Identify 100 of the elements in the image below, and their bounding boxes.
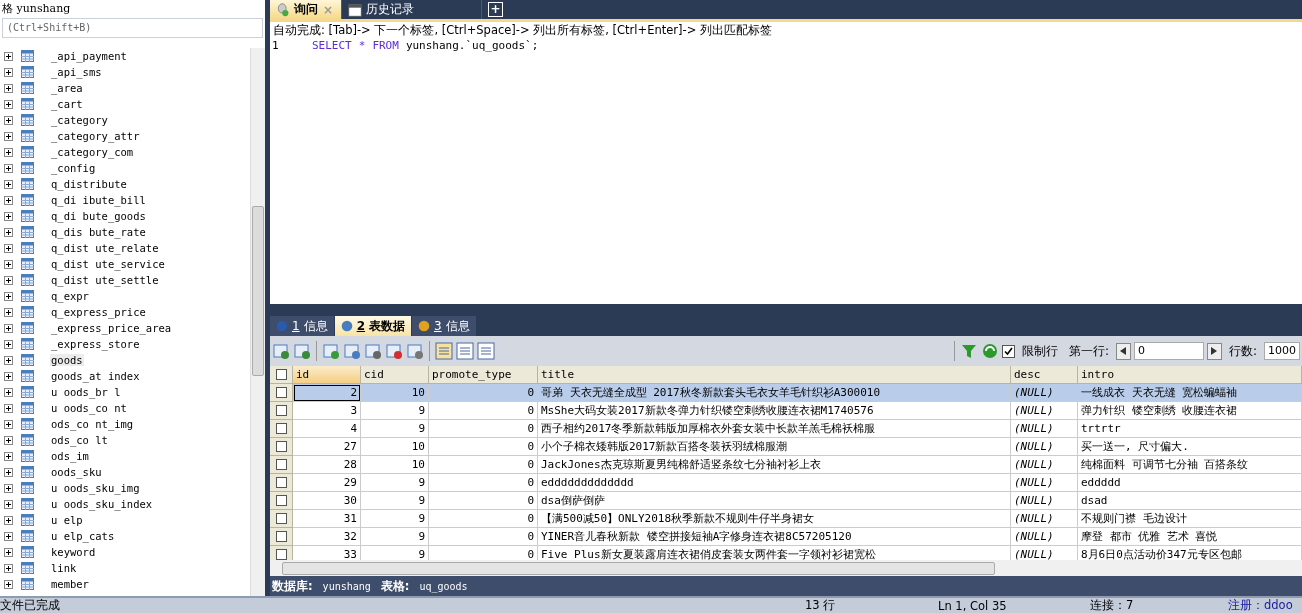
toolbar-icon[interactable] <box>343 342 361 360</box>
table-item[interactable]: q_dis bute_rate <box>50 226 147 238</box>
column-header[interactable]: id <box>293 366 361 384</box>
expand-icon[interactable] <box>4 451 13 461</box>
table-item[interactable]: q_dist ute_relate <box>50 242 160 254</box>
expand-icon[interactable] <box>4 275 13 285</box>
expand-icon[interactable] <box>4 259 13 269</box>
refresh-icon[interactable] <box>980 342 999 360</box>
table-item[interactable]: ods_co lt <box>50 434 109 446</box>
expand-icon[interactable] <box>4 51 13 61</box>
table-item[interactable]: ods_im <box>50 450 90 462</box>
expand-icon[interactable] <box>4 483 13 493</box>
expand-icon[interactable] <box>4 115 13 125</box>
table-item[interactable]: _category_attr <box>50 130 141 142</box>
row-checkbox[interactable] <box>275 441 287 452</box>
table-item[interactable]: u oods_sku_index <box>50 498 154 510</box>
expand-icon[interactable] <box>4 499 13 509</box>
view-icon[interactable] <box>456 342 474 360</box>
table-row[interactable]: 31 9 0 【满500减50】ONLY2018秋季新款不规则牛仔半身裙女 (NULL) 不规则门襟 毛边设计 <box>270 510 1302 528</box>
row-checkbox[interactable] <box>275 405 287 416</box>
expand-icon[interactable] <box>4 147 13 157</box>
toolbar-icon[interactable] <box>293 342 311 360</box>
row-checkbox[interactable] <box>275 477 287 488</box>
expand-icon[interactable] <box>4 339 13 349</box>
table-item[interactable]: u oods_br l <box>50 386 122 398</box>
expand-icon[interactable] <box>4 435 13 445</box>
expand-icon[interactable] <box>4 355 13 365</box>
table-item[interactable]: member <box>50 578 90 590</box>
table-row[interactable]: 2 10 0 哥弟 天衣无缝全成型 2017秋冬新款套头毛衣女羊毛针织衫A300010 (NULL) 一线成衣 天衣无缝 宽松蝙蝠袖 <box>270 384 1302 402</box>
table-item[interactable]: oods_sku <box>50 466 103 478</box>
toolbar-icon[interactable] <box>322 342 340 360</box>
expand-icon[interactable] <box>4 195 13 205</box>
table-item[interactable]: q_expr <box>50 290 90 302</box>
rows-field[interactable]: 1000 <box>1264 342 1300 360</box>
editor-tab[interactable]: 询问 × <box>270 0 342 19</box>
expand-icon[interactable] <box>4 547 13 557</box>
table-row[interactable]: 32 9 0 YINER音儿春秋新款 镂空拼接短袖A字修身连衣裙8C57205120 (NULL) 摩登 都市 优雅 艺术 喜悦 <box>270 528 1302 546</box>
search-field[interactable]: (Ctrl+Shift+B) <box>2 18 263 38</box>
expand-icon[interactable] <box>4 403 13 413</box>
table-item[interactable]: u elp_cats <box>50 530 116 542</box>
expand-icon[interactable] <box>4 387 13 397</box>
previous-button[interactable] <box>1115 342 1131 360</box>
table-item[interactable]: ods_co nt_img <box>50 418 135 430</box>
toolbar-icon[interactable] <box>406 342 424 360</box>
table-item[interactable]: u oods_co nt <box>50 402 128 414</box>
table-item[interactable]: u elp <box>50 514 84 526</box>
table-item[interactable]: _config <box>50 162 97 174</box>
expand-icon[interactable] <box>4 515 13 525</box>
expand-icon[interactable] <box>4 371 13 381</box>
toolbar-icon[interactable] <box>272 342 290 360</box>
table-item[interactable]: _area <box>50 82 84 94</box>
table-row[interactable]: 33 9 0 Five Plus新女夏装露肩连衣裙俏皮套装女两件套一字领衬衫裙宽松 (NULL) 8月6日0点活动价347元专区包邮 <box>270 546 1302 560</box>
row-checkbox[interactable] <box>275 387 287 398</box>
limit-checkbox[interactable] <box>1001 344 1015 358</box>
expand-icon[interactable] <box>4 99 13 109</box>
expand-icon[interactable] <box>4 67 13 77</box>
expand-icon[interactable] <box>4 211 13 221</box>
expand-icon[interactable] <box>4 291 13 301</box>
table-item[interactable]: q_dist ute_service <box>50 258 166 270</box>
next-button[interactable] <box>1206 342 1222 360</box>
expand-icon[interactable] <box>4 243 13 253</box>
result-tab[interactable]: 2 表数据 <box>334 316 412 336</box>
expand-icon[interactable] <box>4 131 13 141</box>
table-row[interactable]: 3 9 0 MsShe大码女装2017新款冬弹力针织镂空刺绣收腰连衣裙M1740576 (NULL) 弹力针织 镂空刺绣 收腰连衣裙 <box>270 402 1302 420</box>
row-checkbox[interactable] <box>275 513 287 524</box>
expand-icon[interactable] <box>4 563 13 573</box>
select-all-checkbox[interactable] <box>275 369 287 380</box>
toolbar-icon[interactable] <box>364 342 382 360</box>
add-tab-button[interactable]: + <box>488 2 503 17</box>
table-item[interactable]: u oods_sku_img <box>50 482 141 494</box>
table-item[interactable]: _express_store <box>50 338 141 350</box>
table-row[interactable]: 4 9 0 西子相约2017冬季新款韩版加厚棉衣外套女装中长款羊羔毛棉袄棉服 (NULL) trtrtr <box>270 420 1302 438</box>
horizontal-scrollbar[interactable] <box>270 560 1302 576</box>
table-item[interactable]: goods <box>50 354 84 366</box>
row-checkbox[interactable] <box>275 531 287 542</box>
scrollbar[interactable] <box>250 48 265 596</box>
row-checkbox[interactable] <box>275 423 287 434</box>
table-item[interactable]: q_distribute <box>50 178 128 190</box>
table-item[interactable]: q_express_price <box>50 306 147 318</box>
result-tab[interactable]: 1 信息 <box>270 316 335 336</box>
table-item[interactable]: q_di ibute_bill <box>50 194 147 206</box>
expand-icon[interactable] <box>4 579 13 589</box>
table-item[interactable]: _api_sms <box>50 66 103 78</box>
row-checkbox[interactable] <box>275 459 287 470</box>
expand-icon[interactable] <box>4 163 13 173</box>
view-icon[interactable] <box>477 342 495 360</box>
expand-icon[interactable] <box>4 419 13 429</box>
table-item[interactable]: q_di bute_goods <box>50 210 147 222</box>
expand-icon[interactable] <box>4 531 13 541</box>
table-item[interactable]: _cart <box>50 98 84 110</box>
table-item[interactable]: q_dist ute_settle <box>50 274 160 286</box>
table-item[interactable]: _api_payment <box>50 50 128 62</box>
expand-icon[interactable] <box>4 307 13 317</box>
table-item[interactable]: _category <box>50 114 109 126</box>
table-item[interactable]: goods_at index <box>50 370 141 382</box>
first-row-field[interactable]: 0 <box>1133 342 1204 360</box>
row-checkbox[interactable] <box>275 549 287 560</box>
toolbar-icon[interactable] <box>385 342 403 360</box>
table-item[interactable]: keyword <box>50 546 97 558</box>
expand-icon[interactable] <box>4 467 13 477</box>
